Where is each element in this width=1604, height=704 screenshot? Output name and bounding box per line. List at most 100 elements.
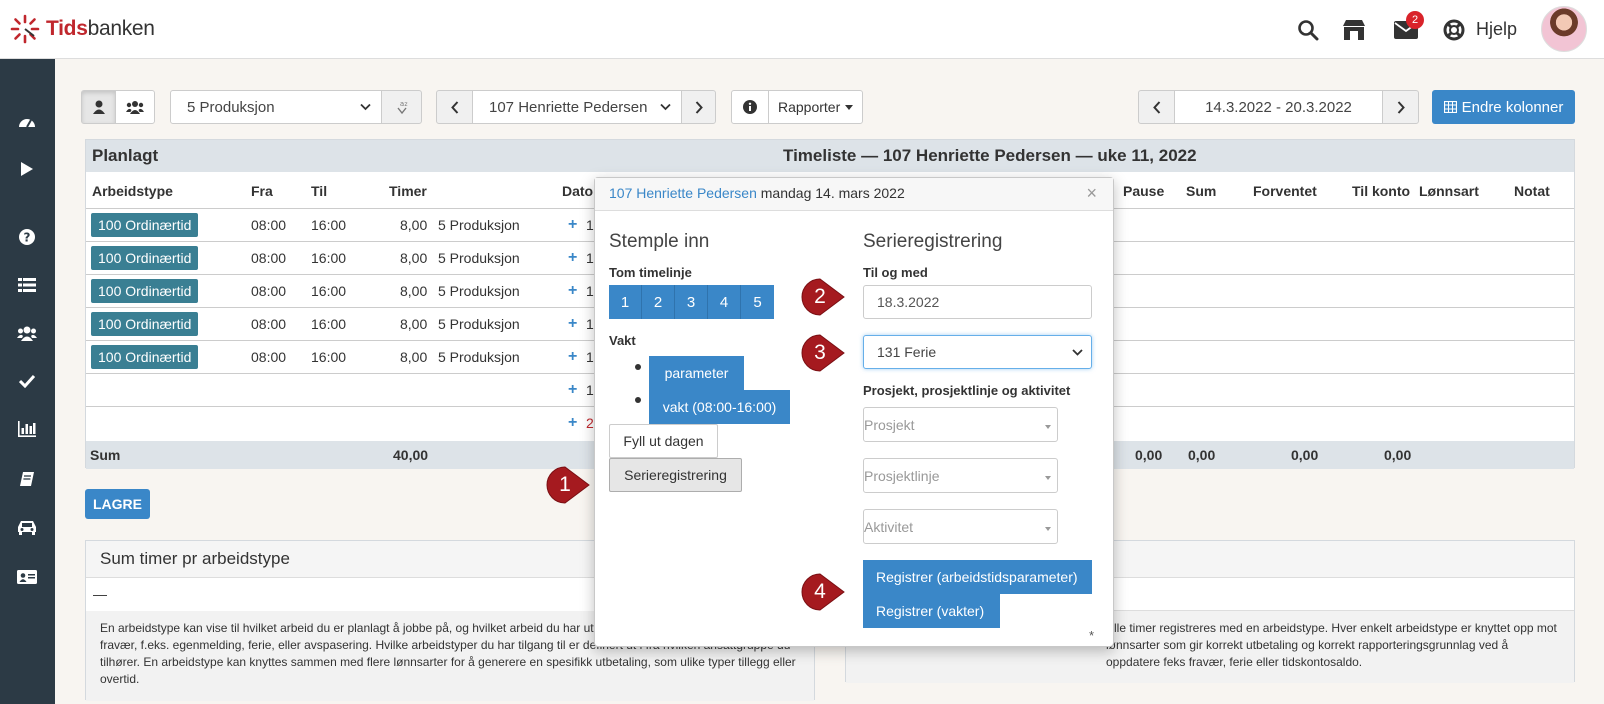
department-value: 5 Produksjon [187, 98, 275, 116]
next-employee-button[interactable] [681, 90, 716, 124]
department-select[interactable]: 5 Produksjon [170, 90, 382, 124]
info-icon [743, 100, 757, 114]
employee-link[interactable]: 107 Henriette Pedersen [609, 185, 757, 201]
col-to-account[interactable]: Til konto [1352, 183, 1410, 199]
check-icon[interactable] [15, 369, 39, 393]
worktype-select[interactable]: 131 Ferie [863, 335, 1092, 369]
employee-select[interactable]: 107 Henriette Pedersen [472, 90, 682, 124]
caret-down-icon [1045, 526, 1051, 531]
col-note[interactable]: Notat [1514, 183, 1550, 199]
lifebuoy-icon[interactable] [1440, 16, 1468, 44]
edit-columns-button[interactable]: Endre kolonner [1432, 90, 1575, 124]
line-5-button[interactable]: 5 [741, 285, 774, 319]
close-icon[interactable]: × [1086, 183, 1097, 204]
prev-employee-button[interactable] [436, 90, 473, 124]
mail-icon[interactable]: 2 [1392, 11, 1424, 44]
project-line-select[interactable]: Prosjektlinje [863, 458, 1058, 493]
store-icon[interactable] [1340, 16, 1368, 44]
group-toggle[interactable] [115, 90, 155, 124]
fill-day-button[interactable]: Fyll ut dagen [609, 424, 718, 458]
caret-down-icon [845, 104, 854, 110]
top-bar: Tidsbanken 2 Hjelp [0, 0, 1604, 59]
from-cell: 08:00 [251, 250, 287, 266]
dashboard-icon[interactable] [15, 109, 39, 133]
until-date-input[interactable]: 18.3.2022 [863, 285, 1092, 319]
from-cell: 08:00 [251, 349, 287, 365]
hours-cell: 8,00 [400, 316, 428, 332]
to-cell: 16:00 [311, 349, 347, 365]
col-to[interactable]: Til [311, 183, 327, 199]
play-icon[interactable] [15, 157, 39, 181]
bullet-icon [635, 397, 641, 403]
empty-line-buttons: 1 2 3 4 5 [609, 285, 774, 319]
table-icon [1443, 101, 1457, 113]
dept-cell: 5 Produksjon [438, 250, 520, 266]
line-3-button[interactable]: 3 [675, 285, 708, 319]
bar-chart-icon[interactable] [15, 417, 39, 441]
line-2-button[interactable]: 2 [642, 285, 675, 319]
add-icon[interactable]: + [568, 381, 577, 399]
add-icon[interactable]: + [568, 282, 577, 300]
add-icon[interactable]: + [568, 249, 577, 267]
line-1-button[interactable]: 1 [609, 285, 642, 319]
search-icon[interactable] [1294, 16, 1322, 44]
bullet-icon [635, 364, 641, 370]
add-icon[interactable]: + [568, 348, 577, 366]
register-param-button[interactable]: Registrer (arbeidstidsparameter) [863, 560, 1092, 594]
help-link[interactable]: Hjelp [1476, 19, 1517, 40]
avatar[interactable] [1541, 6, 1587, 52]
single-user-toggle[interactable] [81, 90, 116, 124]
shift-time-button[interactable]: vakt (08:00-16:00) [649, 390, 790, 424]
reports-dropdown[interactable]: Rapporter [768, 90, 863, 124]
id-card-icon[interactable] [15, 565, 39, 589]
line-4-button[interactable]: 4 [708, 285, 741, 319]
users-icon[interactable] [15, 321, 39, 345]
prev-week-button[interactable] [1138, 90, 1175, 124]
col-wage-type[interactable]: Lønnsart [1419, 183, 1479, 199]
popup-header: 107 Henriette Pedersen mandag 14. mars 2… [595, 178, 1113, 211]
worktype-tag[interactable]: 100 Ordinærtid [91, 312, 199, 336]
hours-cell: 8,00 [400, 283, 428, 299]
next-week-button[interactable] [1382, 90, 1419, 124]
col-expected[interactable]: Forventet [1253, 183, 1317, 199]
empty-line-label: Tom timelinje [609, 265, 692, 280]
shift-parameter-button[interactable]: parameter [649, 356, 744, 390]
list-icon[interactable] [15, 273, 39, 297]
col-sum[interactable]: Sum [1186, 183, 1216, 199]
activity-placeholder: Aktivitet [864, 518, 914, 535]
project-select[interactable]: Prosjekt [863, 407, 1058, 442]
dept-cell: 5 Produksjon [438, 217, 520, 233]
sum-expected: 0,00 [1291, 447, 1319, 463]
book-icon[interactable] [15, 467, 39, 491]
date-cell: 1 [586, 349, 594, 365]
col-pause[interactable]: Pause [1123, 183, 1164, 199]
sort-button[interactable]: az [381, 90, 422, 124]
until-label: Til og med [863, 265, 928, 280]
sum-to-account: 0,00 [1384, 447, 1412, 463]
worktype-tag[interactable]: 100 Ordinærtid [91, 279, 199, 303]
add-icon[interactable]: + [568, 414, 577, 432]
logo[interactable]: Tidsbanken [10, 14, 155, 44]
info-button[interactable] [731, 90, 769, 124]
add-icon[interactable]: + [568, 315, 577, 333]
sum-pause: 0,00 [1135, 447, 1163, 463]
save-button[interactable]: LAGRE [85, 489, 150, 519]
register-shifts-button[interactable]: Registrer (vakter) [863, 594, 1000, 628]
worktype-tag[interactable]: 100 Ordinærtid [91, 213, 199, 237]
col-hours[interactable]: Timer [389, 183, 427, 199]
col-from[interactable]: Fra [251, 183, 273, 199]
worktype-tag[interactable]: 100 Ordinærtid [91, 345, 199, 369]
question-icon[interactable]: ? [15, 225, 39, 249]
activity-select[interactable]: Aktivitet [863, 509, 1058, 544]
series-registration-button[interactable]: Serieregistrering [609, 458, 742, 492]
car-icon[interactable] [15, 515, 39, 539]
hours-cell: 8,00 [400, 217, 428, 233]
worktype-tag[interactable]: 100 Ordinærtid [91, 246, 199, 270]
col-date[interactable]: Dato [562, 183, 593, 199]
employee-value: 107 Henriette Pedersen [489, 98, 648, 116]
add-icon[interactable]: + [568, 216, 577, 234]
worktype-value: 131 Ferie [877, 344, 937, 360]
chevron-down-icon [360, 103, 371, 111]
col-worktype[interactable]: Arbeidstype [92, 183, 173, 199]
date-range-field[interactable]: 14.3.2022 - 20.3.2022 [1174, 90, 1383, 124]
